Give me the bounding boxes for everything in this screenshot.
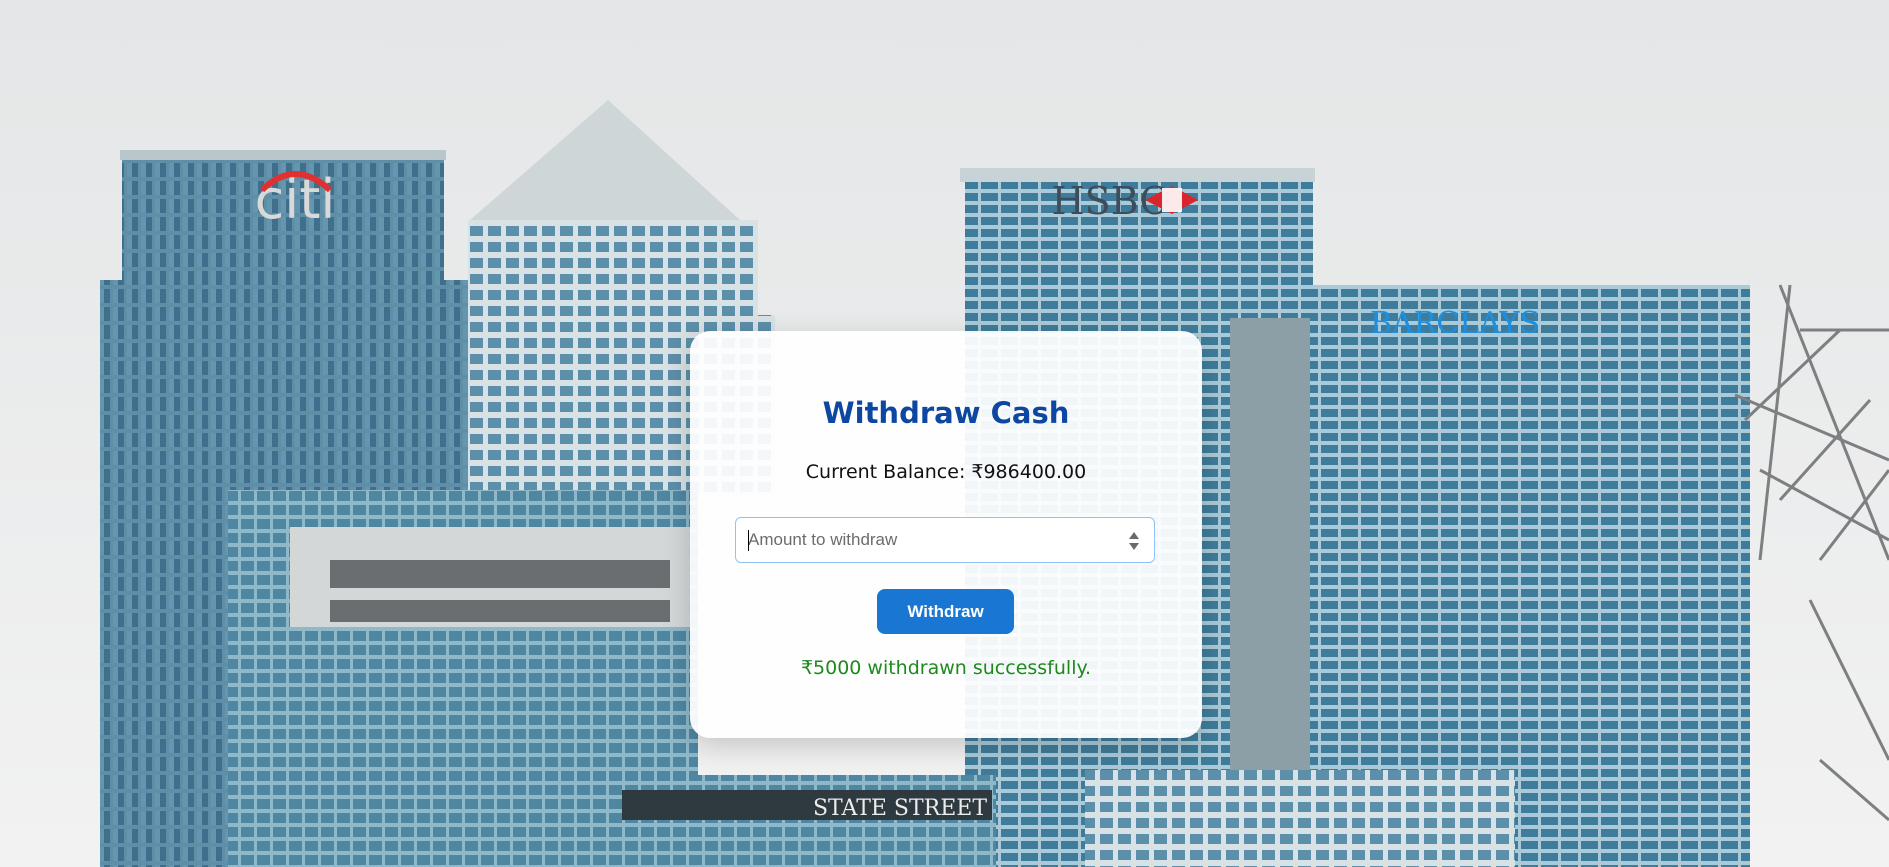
page-title: Withdraw Cash <box>822 396 1070 430</box>
barclays-logo: BARCLAYS <box>1370 306 1540 341</box>
citi-logo: citi <box>255 168 336 231</box>
amount-input[interactable] <box>748 518 1108 561</box>
text-cursor <box>748 530 749 551</box>
current-balance: Current Balance: ₹986400.00 <box>805 461 1087 483</box>
amount-field[interactable] <box>735 517 1155 563</box>
withdraw-button[interactable]: Withdraw <box>877 589 1014 634</box>
statestreet-logo: STATE STREET <box>813 796 987 821</box>
withdraw-card: Withdraw Cash Current Balance: ₹986400.0… <box>690 331 1202 738</box>
status-message: ₹5000 withdrawn successfully. <box>800 657 1092 679</box>
number-spinner-icon[interactable] <box>1128 530 1140 552</box>
